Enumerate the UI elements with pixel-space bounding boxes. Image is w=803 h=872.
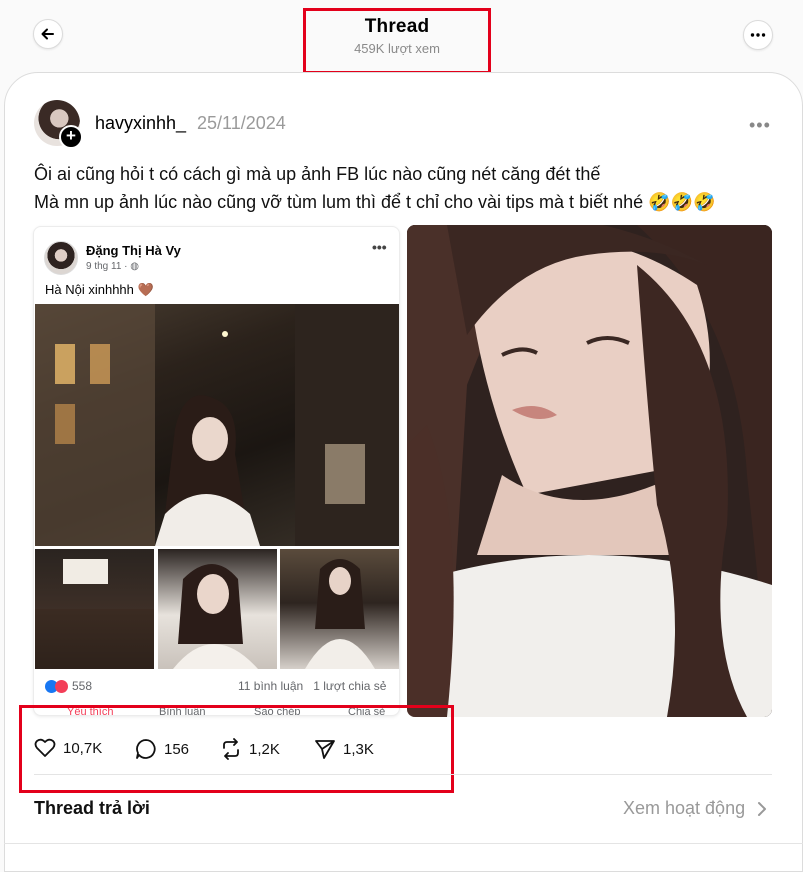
fb-main-photo-art [35, 304, 399, 546]
username[interactable]: havyxinhh_ [95, 113, 186, 134]
post-date: 25/11/2024 [197, 113, 286, 133]
fb-reactions: 558 [45, 679, 92, 693]
arrow-left-icon [41, 28, 54, 40]
replies-heading: Thread trả lời [34, 798, 150, 818]
share-count: 1,3K [343, 740, 374, 758]
more-options-button[interactable] [743, 20, 773, 50]
post-more-icon[interactable]: ••• [749, 115, 771, 136]
fb-avatar [44, 241, 78, 275]
love-reaction-icon [55, 679, 68, 693]
portrait-photo[interactable] [407, 225, 772, 717]
repost-button[interactable]: 1,2K [220, 738, 280, 760]
repost-count: 1,2K [249, 740, 280, 758]
comment-icon [136, 739, 156, 759]
fb-reaction-count: 558 [72, 679, 93, 693]
fb-thumb-2 [158, 549, 277, 669]
like-button[interactable]: 10,7K [34, 738, 102, 758]
fb-post-time: 9 thg 11 · ◍ [86, 261, 139, 272]
like-count: 10,7K [63, 739, 103, 757]
fb-shares: 1 lượt chia sẻ [313, 679, 387, 693]
post-text-line-1: Ôi ai cũng hỏi t có cách gì mà up ảnh FB… [34, 164, 601, 184]
fb-caption: Hà Nội xinhhhh 🤎 [45, 282, 154, 297]
fb-more-icon: ••• [372, 239, 387, 255]
chevron-right-icon[interactable] [757, 801, 767, 817]
more-horizontal-icon [750, 33, 766, 37]
fb-thumb-1 [35, 549, 154, 669]
portrait-photo-art [407, 225, 772, 717]
follow-plus-icon[interactable]: + [59, 125, 83, 149]
fb-stats: 11 bình luận 1 lượt chia sẻ [238, 679, 386, 693]
divider [34, 774, 772, 775]
post-text-line-2: Mà mn up ảnh lúc nào cũng vỡ tùm lum thì… [34, 192, 716, 212]
share-button[interactable]: 1,3K [314, 738, 374, 760]
title-highlight-box: Thread 459K lượt xem [303, 8, 491, 74]
fb-thumb-3 [280, 549, 399, 669]
repost-icon [223, 738, 239, 760]
view-activity-link[interactable]: Xem hoạt động [623, 798, 745, 819]
top-bar: Thread 459K lượt xem [0, 0, 803, 74]
bottom-divider [4, 843, 803, 844]
fb-author-name: Đặng Thị Hà Vy [86, 243, 181, 258]
globe-icon: ◍ [130, 261, 140, 272]
view-count: 459K lượt xem [354, 41, 440, 56]
facebook-screenshot-image[interactable]: Đặng Thị Hà Vy 9 thg 11 · ◍ ••• Hà Nội x… [33, 226, 400, 716]
comment-button[interactable]: 156 [135, 738, 189, 760]
fb-time-text: 9 thg 11 · [86, 261, 131, 272]
comment-count: 156 [164, 740, 190, 758]
heart-icon [34, 738, 56, 757]
back-button[interactable] [33, 19, 63, 49]
fb-main-photo [35, 304, 399, 546]
fb-comments: 11 bình luận [238, 679, 304, 693]
page-title: Thread [364, 16, 430, 37]
send-icon [315, 740, 335, 759]
